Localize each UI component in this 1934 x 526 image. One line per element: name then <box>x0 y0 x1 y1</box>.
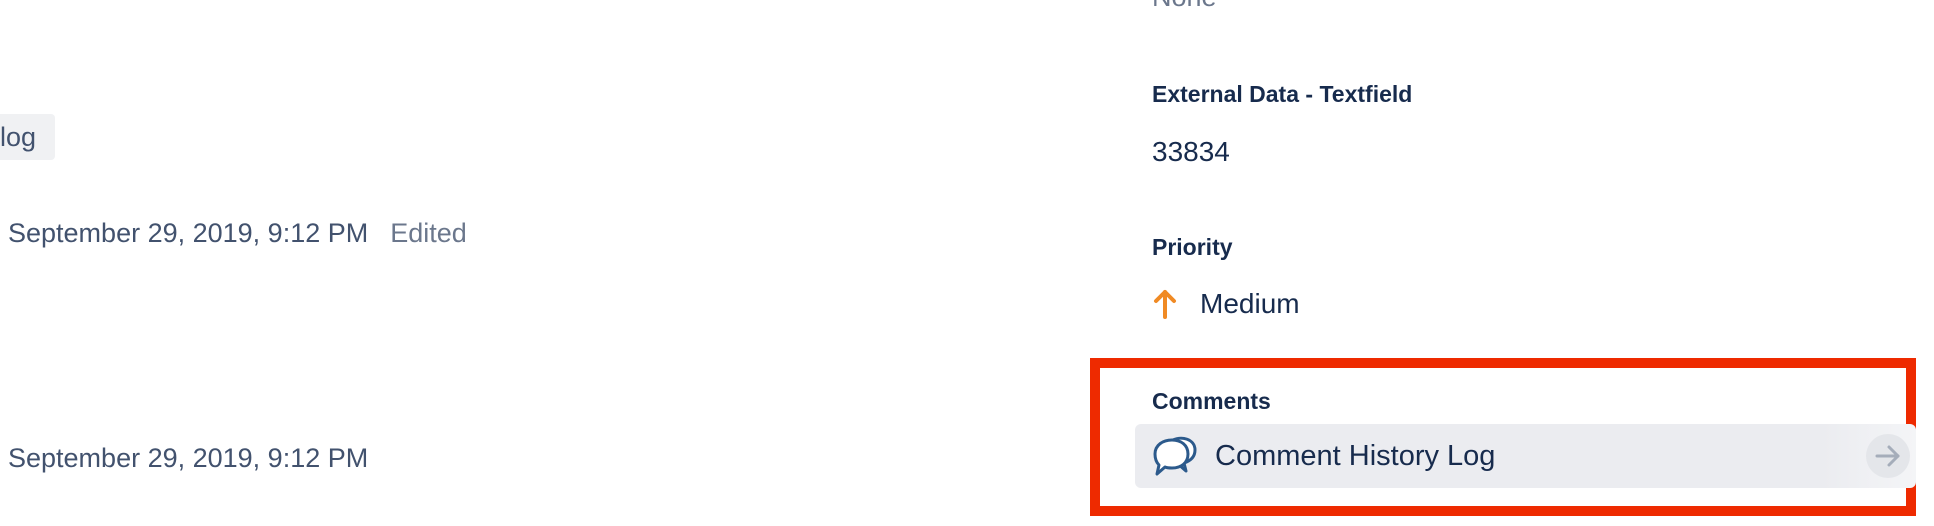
external-data-value[interactable]: 33834 <box>1152 136 1230 168</box>
edited-label: Edited <box>390 218 467 248</box>
history-tag-label: log <box>0 122 37 152</box>
comment-history-log-link[interactable]: Comment History Log <box>1135 424 1916 488</box>
priority-value: Medium <box>1200 288 1300 319</box>
arrow-right-icon[interactable] <box>1866 434 1910 478</box>
activity-timestamp: September 29, 2019, 9:12 PM <box>8 443 369 473</box>
activity-timestamp: September 29, 2019, 9:12 PM <box>8 218 369 248</box>
arrow-up-icon <box>1152 289 1178 319</box>
issue-view: log September 29, 2019, 9:12 PM Edited Se… <box>0 0 1934 526</box>
activity-entry-meta: September 29, 2019, 9:12 PM <box>8 443 368 474</box>
comment-history-log-label: Comment History Log <box>1215 439 1496 472</box>
priority-label: Priority <box>1152 234 1233 260</box>
history-tag-chip[interactable]: log <box>0 114 55 160</box>
comment-bubbles-icon <box>1151 433 1199 479</box>
priority-field[interactable]: Medium <box>1152 288 1300 320</box>
external-data-label: External Data - Textfield <box>1152 81 1413 107</box>
comments-label: Comments <box>1152 388 1271 414</box>
activity-entry-meta: September 29, 2019, 9:12 PM Edited <box>8 218 467 249</box>
previous-field-value: None <box>1152 0 1217 13</box>
